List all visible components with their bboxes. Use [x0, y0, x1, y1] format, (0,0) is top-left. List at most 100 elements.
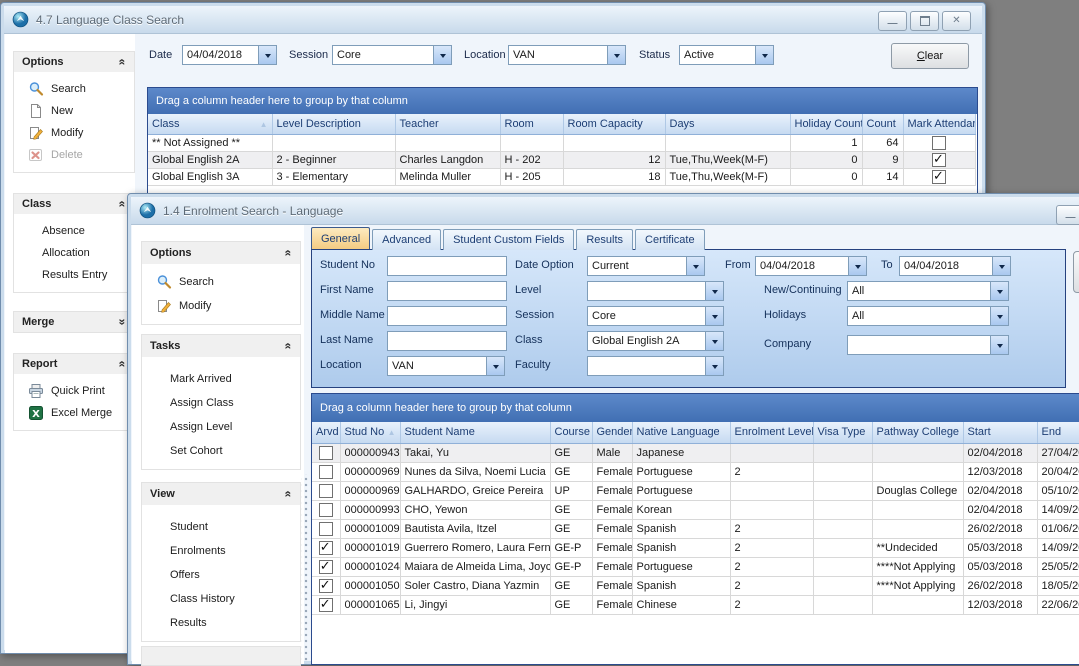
minimize-button[interactable]: — [1056, 205, 1079, 225]
group-by-panel[interactable]: Drag a column header here to group by th… [148, 88, 977, 114]
sidebar-item-class-history[interactable]: Class History [142, 587, 300, 611]
sidebar-item-modify[interactable]: Modify [142, 294, 300, 318]
mark-attendance-checkbox[interactable] [932, 153, 946, 167]
chevron-down-icon[interactable] [848, 257, 866, 275]
from-date-dropdown[interactable]: 04/04/2018 [755, 256, 867, 276]
arrived-checkbox[interactable] [319, 598, 333, 612]
sidebar-item-excel-merge[interactable]: X Excel Merge [14, 402, 134, 424]
sidebar-item-search[interactable]: Search [14, 78, 134, 100]
chevron-down-icon[interactable] [990, 336, 1008, 354]
sidebar-item-student[interactable]: Student [142, 515, 300, 539]
chevron-down-icon[interactable] [486, 357, 504, 375]
class-row[interactable]: Global English 2A 2 - Beginner Charles L… [148, 151, 975, 168]
level-dropdown[interactable] [587, 281, 724, 301]
col-header-end[interactable]: End [1037, 422, 1079, 443]
col-header-teacher[interactable]: Teacher [395, 114, 500, 134]
sidebar-item-delete[interactable]: Delete [14, 144, 134, 166]
class-row[interactable]: Global English 3A 3 - Elementary Melinda… [148, 168, 975, 185]
chevron-down-icon[interactable] [990, 282, 1008, 300]
group-header-view[interactable]: View « [142, 483, 300, 505]
restore-button[interactable] [910, 11, 939, 31]
col-header-enrolment-level[interactable]: Enrolment Level [730, 422, 813, 443]
chevron-down-icon[interactable] [755, 46, 773, 64]
tab[interactable]: Certificate [635, 229, 705, 250]
arrived-checkbox[interactable] [319, 446, 333, 460]
sidebar-item-results[interactable]: Results [142, 611, 300, 635]
sidebar-item-assign-class[interactable]: Assign Class [142, 391, 300, 415]
chevron-down-icon[interactable] [990, 307, 1008, 325]
first-name-input[interactable] [387, 281, 507, 301]
col-header-gender[interactable]: Gender [592, 422, 632, 443]
enrolment-row[interactable]: 0000010507 Soler Castro, Diana Yazmin GE… [312, 576, 1079, 595]
sidebar-item-quick-print[interactable]: Quick Print [14, 380, 134, 402]
group-header-report[interactable]: Report « [14, 354, 134, 374]
enrolment-row[interactable]: 0000010095 Bautista Avila, Itzel GE Fema… [312, 519, 1079, 538]
enrolment-row[interactable]: 0000009435 Takai, Yu GE Male Japanese 02… [312, 443, 1079, 462]
sidebar-item-results-entry[interactable]: Results Entry [14, 264, 134, 286]
col-header-room-capacity[interactable]: Room Capacity [563, 114, 665, 134]
col-header-arrived[interactable]: Arvd [312, 422, 340, 443]
arrived-checkbox[interactable] [319, 579, 333, 593]
faculty-dropdown[interactable] [587, 356, 724, 376]
chevron-down-icon[interactable] [433, 46, 451, 64]
enrolment-row[interactable]: 0000010244 Maiara de Almeida Lima, Joyce… [312, 557, 1079, 576]
col-header-count[interactable]: Count [862, 114, 903, 134]
chevron-down-icon[interactable] [607, 46, 625, 64]
col-header-start[interactable]: Start [963, 422, 1037, 443]
location-dropdown[interactable]: VAN [508, 45, 626, 65]
new-continuing-dropdown[interactable]: All [847, 281, 1009, 301]
date-option-dropdown[interactable]: Current [587, 256, 705, 276]
enrolment-row[interactable]: 0000009932 CHO, Yewon GE Female Korean 0… [312, 500, 1079, 519]
sidebar-item-allocation[interactable]: Allocation [14, 242, 134, 264]
chevron-down-icon[interactable] [686, 257, 704, 275]
col-header-stud-no[interactable]: Stud No [340, 422, 400, 443]
arrived-checkbox[interactable] [319, 541, 333, 555]
tab[interactable]: General [311, 227, 370, 249]
search-button-partial[interactable] [1073, 251, 1079, 293]
chevron-down-icon[interactable] [258, 46, 276, 64]
sidebar-item-assign-level[interactable]: Assign Level [142, 415, 300, 439]
last-name-input[interactable] [387, 331, 507, 351]
arrived-checkbox[interactable] [319, 560, 333, 574]
col-header-room[interactable]: Room [500, 114, 563, 134]
col-header-days[interactable]: Days [665, 114, 790, 134]
group-header-class[interactable]: Class « [14, 194, 134, 214]
class-dropdown[interactable]: Global English 2A [587, 331, 724, 351]
status-dropdown[interactable]: Active [679, 45, 774, 65]
group-header-options[interactable]: Options « [142, 242, 300, 264]
chevron-down-icon[interactable] [705, 282, 723, 300]
col-header-visa-type[interactable]: Visa Type [813, 422, 872, 443]
col-header-level-description[interactable]: Level Description [272, 114, 395, 134]
date-dropdown[interactable]: 04/04/2018 [182, 45, 277, 65]
middle-name-input[interactable] [387, 306, 507, 326]
enrolment-row[interactable]: 0000010199 Guerrero Romero, Laura Ferna … [312, 538, 1079, 557]
location-dropdown[interactable]: VAN [387, 356, 505, 376]
chevron-down-icon[interactable] [992, 257, 1010, 275]
enrolment-row[interactable]: 0000010658 Li, Jingyi GE Female Chinese … [312, 595, 1079, 614]
minimize-button[interactable]: — [878, 11, 907, 31]
session-dropdown[interactable]: Core [332, 45, 452, 65]
group-by-panel[interactable]: Drag a column header here to group by th… [312, 394, 1079, 422]
col-header-mark-attendance[interactable]: Mark Attendar [903, 114, 975, 134]
tab[interactable]: Advanced [372, 229, 441, 250]
col-header-course[interactable]: Course [550, 422, 592, 443]
col-header-native-language[interactable]: Native Language [632, 422, 730, 443]
group-header-options[interactable]: Options « [14, 52, 134, 72]
arrived-checkbox[interactable] [319, 465, 333, 479]
col-header-holiday-count[interactable]: Holiday Count [790, 114, 862, 134]
tab[interactable]: Results [576, 229, 633, 250]
arrived-checkbox[interactable] [319, 484, 333, 498]
enrolment-row[interactable]: 0000009693 Nunes da Silva, Noemi Lucia G… [312, 462, 1079, 481]
to-date-dropdown[interactable]: 04/04/2018 [899, 256, 1011, 276]
class-row[interactable]: ** Not Assigned ** 1 64 [148, 134, 975, 151]
sidebar-item-modify[interactable]: Modify [14, 122, 134, 144]
chevron-down-icon[interactable] [705, 332, 723, 350]
arrived-checkbox[interactable] [319, 522, 333, 536]
mark-attendance-checkbox[interactable] [932, 136, 946, 150]
sidebar-item-search[interactable]: Search [142, 270, 300, 294]
holidays-dropdown[interactable]: All [847, 306, 1009, 326]
company-dropdown[interactable] [847, 335, 1009, 355]
group-header-tasks[interactable]: Tasks « [142, 335, 300, 357]
sidebar-item-set-cohort[interactable]: Set Cohort [142, 439, 300, 463]
arrived-checkbox[interactable] [319, 503, 333, 517]
